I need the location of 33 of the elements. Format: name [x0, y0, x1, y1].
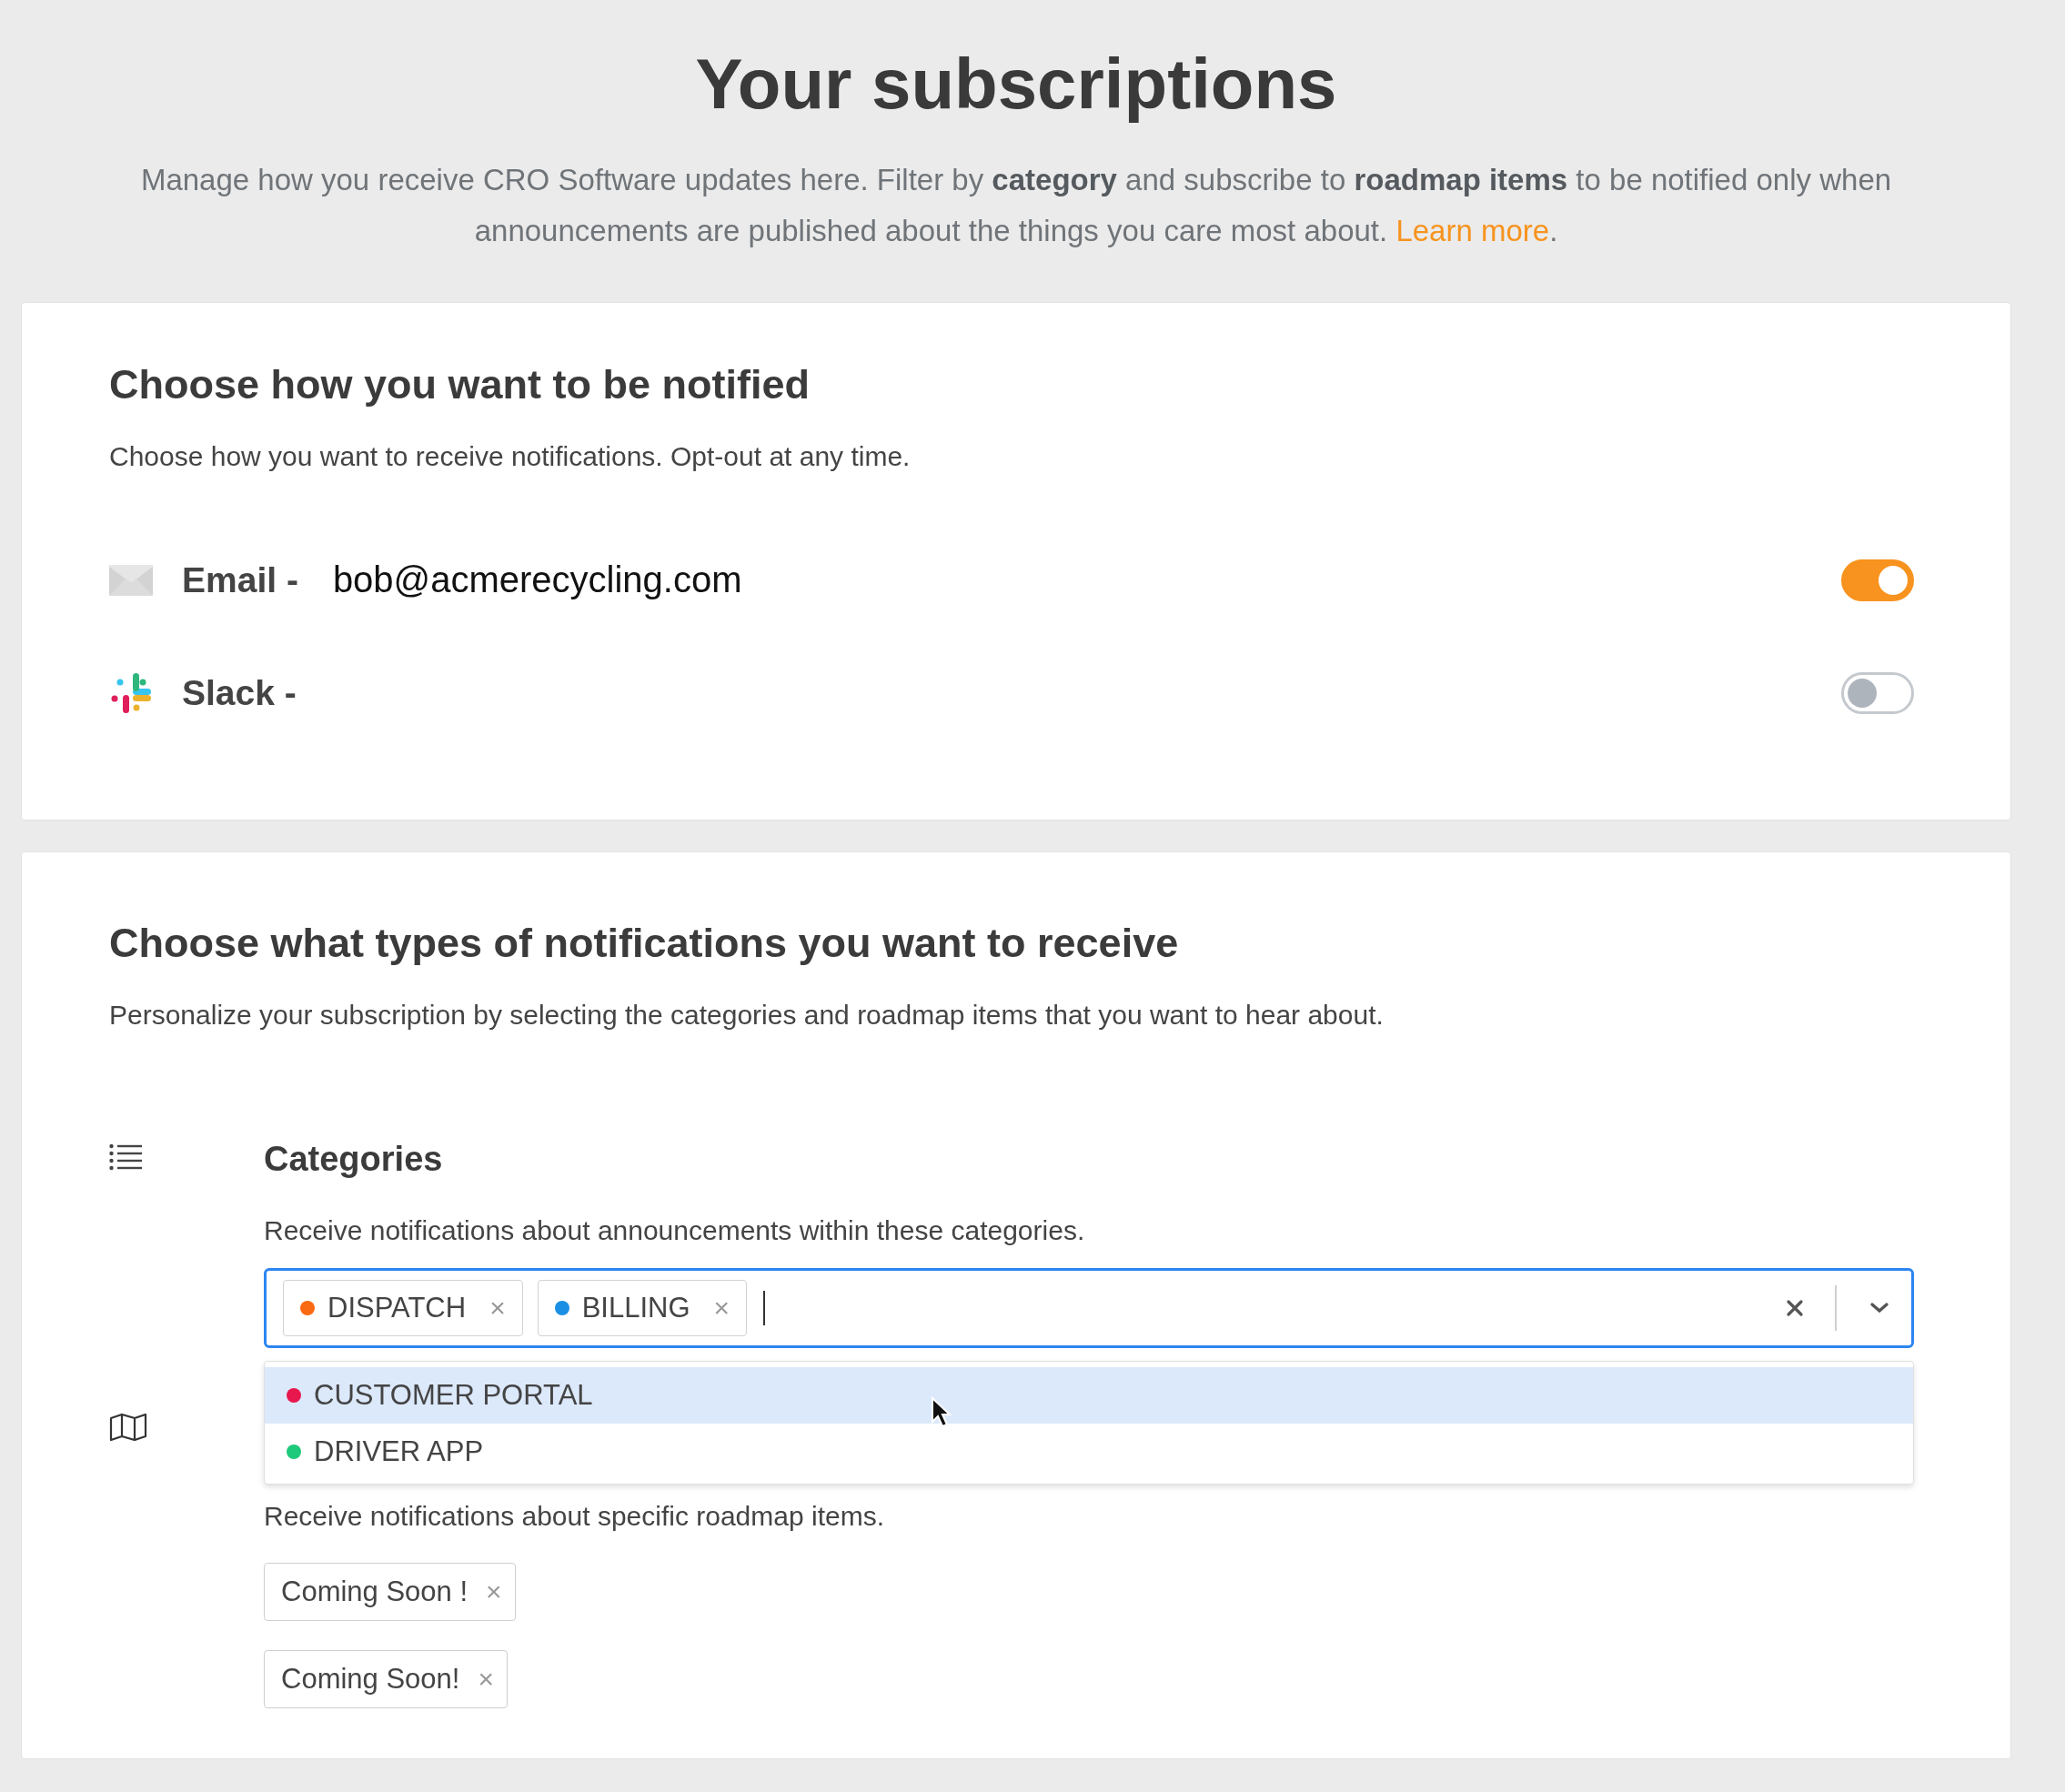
- tag-label: DISPATCH: [327, 1291, 467, 1324]
- envelope-icon: [109, 564, 153, 596]
- category-select[interactable]: DISPATCH × BILLING ×: [264, 1267, 1914, 1348]
- card-title: Choose what types of notifications you want to receive: [109, 919, 1180, 967]
- clear-icon[interactable]: [1786, 1298, 1804, 1317]
- card-description: Personalize your subscription by selecting the categories and roadmap items that you want to hear about.: [109, 999, 1385, 1031]
- page-title: Your subscriptions: [694, 43, 1338, 126]
- channel-label: Email -: [182, 559, 298, 600]
- intro-text: Manage how you receive CRO Software updates here. Filter by category and subscribe to roadmap items to be notified only when announcements are published about the things you care most about. Learn more.: [139, 161, 1893, 249]
- channel-label: Slack -: [182, 672, 297, 713]
- section-description: Receive notifications about specific roadmap items.: [264, 1500, 885, 1532]
- tag-label: Coming Soon !: [281, 1575, 468, 1608]
- email-address: bob@acmerecycling.com: [332, 559, 742, 601]
- toggle-switch[interactable]: [1841, 671, 1914, 714]
- card-title: Choose how you want to be notified: [109, 360, 811, 408]
- learn-more-link[interactable]: Learn more: [1395, 213, 1550, 247]
- card-description: Choose how you want to receive notifications. Opt-out at any time.: [109, 440, 912, 472]
- remove-button[interactable]: ×: [482, 1576, 506, 1607]
- map-icon: [109, 1413, 147, 1441]
- dropdown-option[interactable]: CUSTOMER PORTAL: [265, 1366, 1913, 1424]
- tag-label: BILLING: [581, 1291, 690, 1324]
- text-cursor: [763, 1290, 766, 1325]
- slack-icon: [109, 670, 153, 715]
- list-icon: [109, 1143, 142, 1171]
- toggle-switch[interactable]: [1841, 559, 1914, 601]
- remove-button[interactable]: ×: [710, 1292, 734, 1324]
- dropdown-option[interactable]: DRIVER APP: [265, 1423, 1913, 1480]
- remove-button[interactable]: ×: [474, 1663, 498, 1695]
- section-description: Receive notifications about announcements within these categories.: [264, 1214, 1086, 1246]
- tag-label: Coming Soon!: [281, 1662, 460, 1696]
- section-title: Categories: [264, 1139, 444, 1179]
- remove-button[interactable]: ×: [486, 1292, 509, 1324]
- chevron-down-icon[interactable]: [1869, 1301, 1889, 1314]
